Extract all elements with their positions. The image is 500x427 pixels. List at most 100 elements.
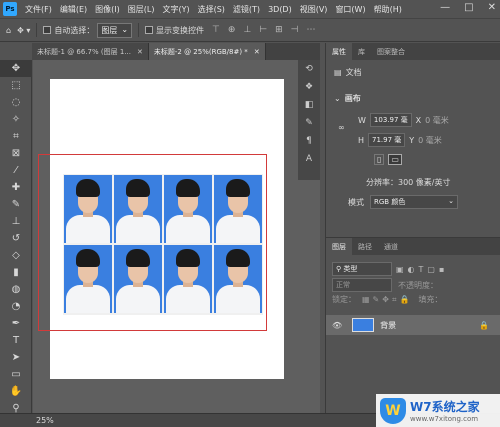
menu-filter[interactable]: 滤镜(T) — [229, 4, 264, 15]
mode-dropdown[interactable]: RGB 颜色 ⌄ — [370, 195, 458, 209]
character-icon[interactable]: A — [298, 150, 320, 168]
checkbox-icon[interactable] — [145, 26, 154, 34]
landscape-icon[interactable]: ▭ — [388, 154, 402, 165]
menu-3d[interactable]: 3D(D) — [264, 5, 296, 14]
rectangle-tool-icon[interactable]: ▭ — [0, 366, 32, 383]
eyedropper-icon[interactable]: ⁄ — [0, 162, 32, 179]
id-photo — [214, 245, 262, 313]
filter-icons[interactable]: ▣◐T▢▪ — [396, 265, 448, 274]
tab-libraries[interactable]: 库 — [352, 43, 371, 60]
history-icon[interactable]: ⟲ — [298, 60, 320, 78]
eraser-tool-icon[interactable]: ◇ — [0, 247, 32, 264]
y-field[interactable]: 0 毫米 — [418, 135, 442, 146]
doc-label: 文档 — [345, 68, 362, 77]
layers-panel: 图层 路径 通道 ⚲ 类型 ▣◐T▢▪ 正常 不透明度： 锁定： ▦✎✥⌗🔒 填… — [326, 237, 500, 413]
lock-icons[interactable]: ▦✎✥⌗🔒 — [362, 295, 412, 305]
magic-wand-icon[interactable]: ✧ — [0, 111, 32, 128]
menu-view[interactable]: 视图(V) — [296, 4, 332, 15]
tab-patterns[interactable]: 图案整合 — [371, 43, 411, 60]
dodge-tool-icon[interactable]: ◔ — [0, 298, 32, 315]
watermark-url: www.w7xitong.com — [410, 415, 479, 423]
menu-bar: Ps 文件(F) 编辑(E) 图像(I) 图层(L) 文字(Y) 选择(S) 滤… — [0, 0, 500, 18]
id-photo — [214, 175, 262, 243]
checkbox-icon[interactable] — [43, 26, 52, 34]
move-tool-icon[interactable]: ✥ — [0, 60, 32, 77]
tab-channels[interactable]: 通道 — [378, 238, 404, 255]
auto-select-dropdown[interactable]: 图层 ⌄ — [97, 22, 133, 38]
hand-tool-icon[interactable]: ✋ — [0, 383, 32, 400]
maximize-button[interactable]: □ — [464, 2, 473, 13]
brush-settings-icon[interactable]: ✎ — [298, 114, 320, 132]
close-icon[interactable]: ✕ — [254, 48, 260, 56]
path-select-icon[interactable]: ➤ — [0, 349, 32, 366]
menu-select[interactable]: 选择(S) — [194, 4, 229, 15]
tab-properties[interactable]: 属性 — [326, 43, 352, 60]
minimize-button[interactable]: — — [440, 2, 450, 13]
blend-mode-dropdown[interactable]: 正常 — [332, 278, 392, 292]
x-field[interactable]: 0 毫米 — [425, 115, 449, 126]
canvas-section[interactable]: ⌄ 画布 — [334, 93, 361, 104]
crop-tool-icon[interactable]: ⌗ — [0, 128, 32, 145]
marquee-tool-icon[interactable]: ⬚ — [0, 77, 32, 94]
distribute-icon[interactable]: ⋯ — [307, 25, 316, 35]
link-icon[interactable]: ∞ — [338, 123, 345, 132]
show-transform-checkbox[interactable]: 显示变换控件 — [145, 25, 204, 36]
auto-select-value: 图层 — [101, 25, 118, 35]
layer-filter-dropdown[interactable]: ⚲ 类型 — [332, 262, 392, 276]
show-transform-label: 显示变换控件 — [156, 25, 205, 35]
adjust-icon[interactable]: ◧ — [298, 96, 320, 114]
clone-stamp-icon[interactable]: ⊥ — [0, 213, 32, 230]
close-button[interactable]: ✕ — [488, 2, 496, 13]
mode-row: 模式 RGB 颜色 ⌄ — [348, 195, 458, 209]
portrait-icon[interactable]: ▯ — [374, 154, 385, 165]
menu-file[interactable]: 文件(F) — [21, 4, 56, 15]
type-tool-icon[interactable]: T — [0, 332, 32, 349]
menu-image[interactable]: 图像(I) — [91, 4, 124, 15]
frame-tool-icon[interactable]: ⊠ — [0, 145, 32, 162]
healing-brush-icon[interactable]: ✚ — [0, 179, 32, 196]
document-icon: ▤ — [334, 68, 342, 77]
align-middle-icon[interactable]: ⊕ — [228, 25, 236, 35]
color-icon[interactable]: ❖ — [298, 78, 320, 96]
close-icon[interactable]: ✕ — [137, 48, 143, 56]
tab-untitled-1[interactable]: 未标题-1 @ 66.7% (图层 1... ✕ — [32, 43, 149, 60]
layers-tabs: 图层 路径 通道 — [326, 238, 500, 255]
zoom-level[interactable]: 25% — [36, 416, 54, 425]
tools-panel: ✥ ⬚ ◌ ✧ ⌗ ⊠ ⁄ ✚ ✎ ⊥ ↺ ◇ ▮ ◍ ◔ ✒ T ➤ ▭ ✋ … — [0, 60, 32, 414]
align-center-icon[interactable]: ⊞ — [275, 25, 283, 35]
paragraph-icon[interactable]: ¶ — [298, 132, 320, 150]
resolution-text: 分辨率：300 像素/英寸 — [366, 178, 451, 187]
watermark-logo: W — [380, 397, 406, 424]
properties-tabs: 属性 库 图案整合 — [326, 43, 500, 60]
tab-layers[interactable]: 图层 — [326, 238, 352, 255]
align-top-icon[interactable]: ⊤ — [212, 25, 220, 35]
menu-help[interactable]: 帮助(H) — [370, 4, 406, 15]
menu-edit[interactable]: 编辑(E) — [56, 4, 91, 15]
history-brush-icon[interactable]: ↺ — [0, 230, 32, 247]
tab-paths[interactable]: 路径 — [352, 238, 378, 255]
menu-window[interactable]: 窗口(W) — [331, 4, 369, 15]
align-bottom-icon[interactable]: ⊥ — [243, 25, 251, 35]
align-right-icon[interactable]: ⊣ — [291, 25, 299, 35]
tab-untitled-2[interactable]: 未标题-2 @ 25%(RGB/8#) * ✕ — [148, 43, 266, 60]
document-tabs: 未标题-1 @ 66.7% (图层 1... ✕ 未标题-2 @ 25%(RGB… — [32, 43, 320, 60]
align-left-icon[interactable]: ⊢ — [259, 25, 267, 35]
gradient-tool-icon[interactable]: ▮ — [0, 264, 32, 281]
auto-select-label: 自动选择： — [54, 25, 95, 35]
menu-type[interactable]: 文字(Y) — [158, 4, 193, 15]
height-field[interactable]: 71.97 毫 — [368, 133, 406, 147]
layer-thumbnail — [352, 318, 375, 332]
move-tool-icon[interactable]: ✥ ▾ — [17, 26, 30, 35]
eye-icon[interactable]: 👁 — [332, 321, 342, 330]
lasso-tool-icon[interactable]: ◌ — [0, 94, 32, 111]
blur-tool-icon[interactable]: ◍ — [0, 281, 32, 298]
brush-tool-icon[interactable]: ✎ — [0, 196, 32, 213]
menu-layer[interactable]: 图层(L) — [124, 4, 159, 15]
id-photo — [164, 245, 212, 313]
canvas-area[interactable] — [33, 60, 320, 413]
home-icon[interactable]: ⌂ — [6, 26, 11, 35]
auto-select-checkbox[interactable]: 自动选择： — [43, 25, 94, 36]
pen-tool-icon[interactable]: ✒ — [0, 315, 32, 332]
layer-row-background[interactable]: 👁 背景 🔒 — [326, 315, 500, 335]
width-field[interactable]: 103.97 毫 — [369, 113, 412, 127]
